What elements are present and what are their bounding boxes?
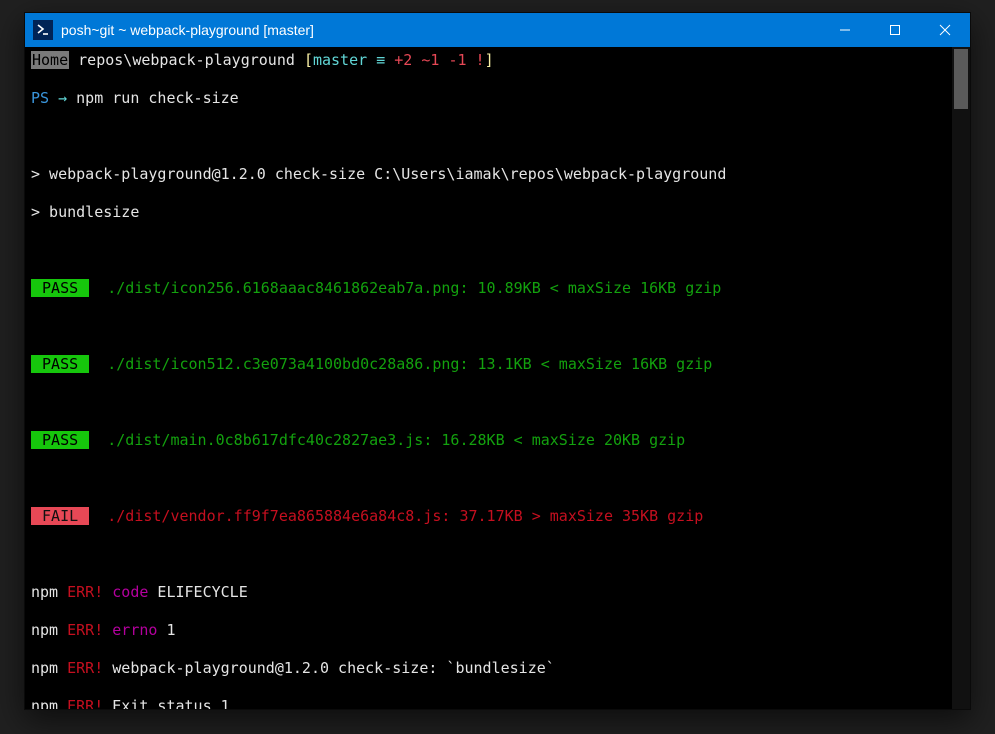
err-msg: webpack-playground@1.2.0 check-size: `bu… [103, 659, 555, 677]
npm-run-header-1: > webpack-playground@1.2.0 check-size C:… [31, 165, 946, 184]
pass-badge: PASS [31, 431, 89, 449]
fail-badge: FAIL [31, 507, 89, 525]
fail-line-1: ./dist/vendor.ff9f7ea865884e6a84c8.js: 3… [89, 507, 703, 525]
git-equiv: ≡ [367, 51, 394, 69]
maximize-button[interactable] [870, 13, 920, 47]
git-added: +2 [394, 51, 421, 69]
err-label: ERR! [58, 659, 103, 677]
pass-line-1: ./dist/icon256.6168aaac8461862eab7a.png:… [89, 279, 721, 297]
close-button[interactable] [920, 13, 970, 47]
npm-label: npm [31, 659, 58, 677]
powershell-icon [33, 20, 53, 40]
titlebar[interactable]: posh~git ~ webpack-playground [master] [25, 13, 970, 47]
err-errno-label: errno [103, 621, 157, 639]
npm-label: npm [31, 621, 58, 639]
npm-label: npm [31, 697, 58, 709]
minimize-button[interactable] [820, 13, 870, 47]
err-code-label: code [103, 583, 148, 601]
npm-run-header-2: > bundlesize [31, 203, 946, 222]
pass-badge: PASS [31, 279, 89, 297]
git-deleted: -1 [448, 51, 475, 69]
pass-badge: PASS [31, 355, 89, 373]
err-label: ERR! [58, 583, 103, 601]
err-label: ERR! [58, 697, 103, 709]
window-title: posh~git ~ webpack-playground [master] [61, 22, 314, 38]
err-code-val: ELIFECYCLE [148, 583, 247, 601]
err-errno-val: 1 [157, 621, 175, 639]
prompt-home: Home [31, 51, 69, 69]
ps-label: PS [31, 89, 49, 107]
terminal-output[interactable]: Home repos\webpack-playground [master ≡ … [25, 47, 952, 709]
git-modified: ~1 [421, 51, 448, 69]
prompt-arrow: → [49, 89, 76, 107]
terminal-window: posh~git ~ webpack-playground [master] H… [24, 12, 971, 710]
scrollbar[interactable] [952, 47, 970, 709]
scrollbar-thumb[interactable] [954, 49, 968, 109]
git-bang: ! [476, 51, 485, 69]
npm-label: npm [31, 583, 58, 601]
err-label: ERR! [58, 621, 103, 639]
branch-open: [ [304, 51, 313, 69]
command-text: npm run check-size [76, 89, 239, 107]
branch-name: master [313, 51, 367, 69]
pass-line-3: ./dist/main.0c8b617dfc40c2827ae3.js: 16.… [89, 431, 685, 449]
branch-close: ] [485, 51, 494, 69]
err-msg: Exit status 1 [103, 697, 229, 709]
pass-line-2: ./dist/icon512.c3e073a4100bd0c28a86.png:… [89, 355, 712, 373]
prompt-path: repos\webpack-playground [69, 51, 304, 69]
